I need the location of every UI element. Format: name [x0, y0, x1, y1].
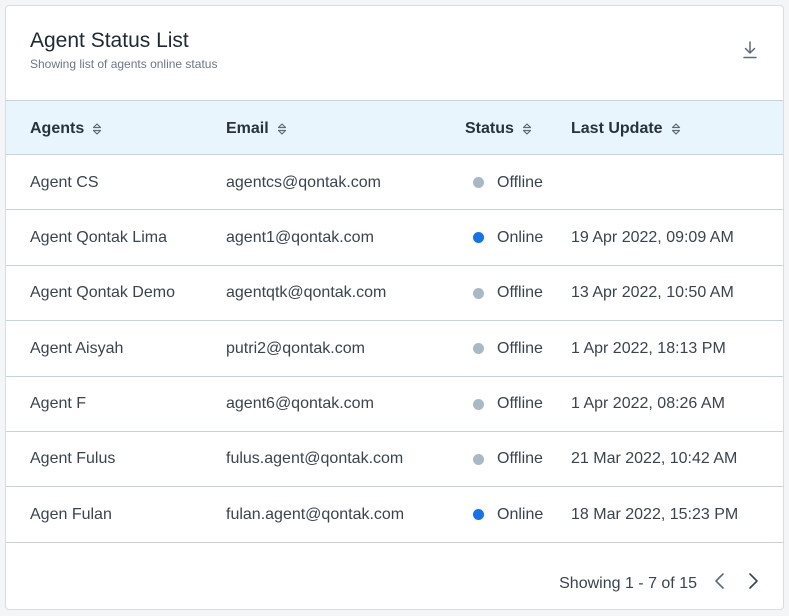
table-row[interactable]: Agent Fulus fulus.agent@qontak.com Offli… [6, 432, 783, 488]
agent-name: Agent Qontak Lima [30, 228, 167, 246]
agent-email: agent1@qontak.com [226, 228, 374, 246]
download-icon [743, 41, 757, 59]
agent-name: Agent F [30, 395, 87, 413]
page-subtitle: Showing list of agents online status [30, 57, 218, 71]
sort-icon[interactable] [277, 122, 287, 136]
last-update: 19 Apr 2022, 09:09 AM [571, 228, 734, 246]
last-update: 1 Apr 2022, 18:13 PM [571, 339, 726, 357]
last-update: 21 Mar 2022, 10:42 AM [571, 450, 738, 468]
column-header-status[interactable]: Status [465, 101, 532, 156]
status-dot-icon [473, 177, 484, 188]
status-label: Online [497, 505, 544, 523]
last-update: 18 Mar 2022, 15:23 PM [571, 505, 739, 523]
column-header-last-update[interactable]: Last Update [571, 101, 681, 156]
download-button[interactable] [741, 40, 759, 60]
agent-email: agent6@qontak.com [226, 395, 374, 413]
previous-page-button[interactable] [712, 571, 728, 591]
sort-icon[interactable] [92, 122, 102, 136]
table-header: Agents Email Status Last Update [6, 100, 783, 155]
column-header-email[interactable]: Email [226, 101, 287, 156]
agent-status: Online [465, 210, 543, 265]
status-dot-icon [473, 509, 484, 521]
status-label: Offline [497, 173, 543, 191]
status-dot-icon [473, 232, 484, 244]
agent-name: Agent Fulus [30, 450, 116, 468]
agent-status: Offline [465, 266, 543, 321]
table-row[interactable]: Agent F agent6@qontak.com Offline 1 Apr … [6, 377, 783, 432]
status-dot-icon [473, 453, 484, 465]
agent-name: Agent Qontak Demo [30, 284, 175, 302]
last-update: 1 Apr 2022, 08:26 AM [571, 395, 725, 413]
table-row[interactable]: Agen Fulan fulan.agent@qontak.com Online… [6, 487, 783, 543]
status-label: Offline [497, 395, 543, 413]
column-header-agents[interactable]: Agents [30, 101, 102, 156]
agent-status-card: Agent Status List Showing list of agents… [5, 5, 784, 610]
table-row[interactable]: Agent Qontak Demo agentqtk@qontak.com Of… [6, 266, 783, 322]
agent-status: Offline [465, 377, 543, 432]
sort-icon[interactable] [522, 122, 532, 136]
next-page-button[interactable] [745, 571, 761, 591]
status-label: Offline [497, 450, 543, 468]
status-label: Offline [497, 339, 543, 357]
column-header-label: Last Update [571, 119, 663, 137]
agent-email: putri2@qontak.com [226, 339, 365, 357]
agent-name: Agent CS [30, 173, 99, 191]
agent-status: Offline [465, 432, 543, 487]
table-body: Agent CS agentcs@qontak.com Offline Agen… [6, 155, 783, 543]
agent-name: Agen Fulan [30, 505, 112, 523]
status-dot-icon [473, 287, 484, 299]
agent-status: Offline [465, 155, 543, 210]
column-header-label: Email [226, 119, 269, 137]
page-title: Agent Status List [30, 29, 189, 52]
agent-email: fulus.agent@qontak.com [226, 450, 404, 468]
status-dot-icon [473, 343, 484, 355]
table-row[interactable]: Agent Qontak Lima agent1@qontak.com Onli… [6, 210, 783, 266]
agent-email: fulan.agent@qontak.com [226, 505, 405, 523]
agent-name: Agent Aisyah [30, 339, 124, 357]
status-label: Offline [497, 284, 543, 302]
last-update: 13 Apr 2022, 10:50 AM [571, 284, 734, 302]
agent-email: agentqtk@qontak.com [226, 284, 387, 302]
status-label: Online [497, 228, 544, 246]
column-header-label: Agents [30, 119, 85, 137]
agent-status: Online [465, 487, 543, 542]
column-header-label: Status [465, 119, 514, 137]
sort-icon[interactable] [671, 122, 681, 136]
card-header: Agent Status List Showing list of agents… [6, 6, 783, 100]
table-footer: Showing 1 - 7 of 15 [6, 544, 783, 609]
chevron-right-icon [749, 573, 758, 589]
table-row[interactable]: Agent CS agentcs@qontak.com Offline [6, 155, 783, 211]
pagination-text: Showing 1 - 7 of 15 [559, 575, 697, 592]
chevron-left-icon [715, 573, 724, 589]
table-row[interactable]: Agent Aisyah putri2@qontak.com Offline 1… [6, 321, 783, 377]
agent-status: Offline [465, 321, 543, 376]
status-dot-icon [473, 398, 484, 410]
agent-email: agentcs@qontak.com [226, 173, 381, 191]
